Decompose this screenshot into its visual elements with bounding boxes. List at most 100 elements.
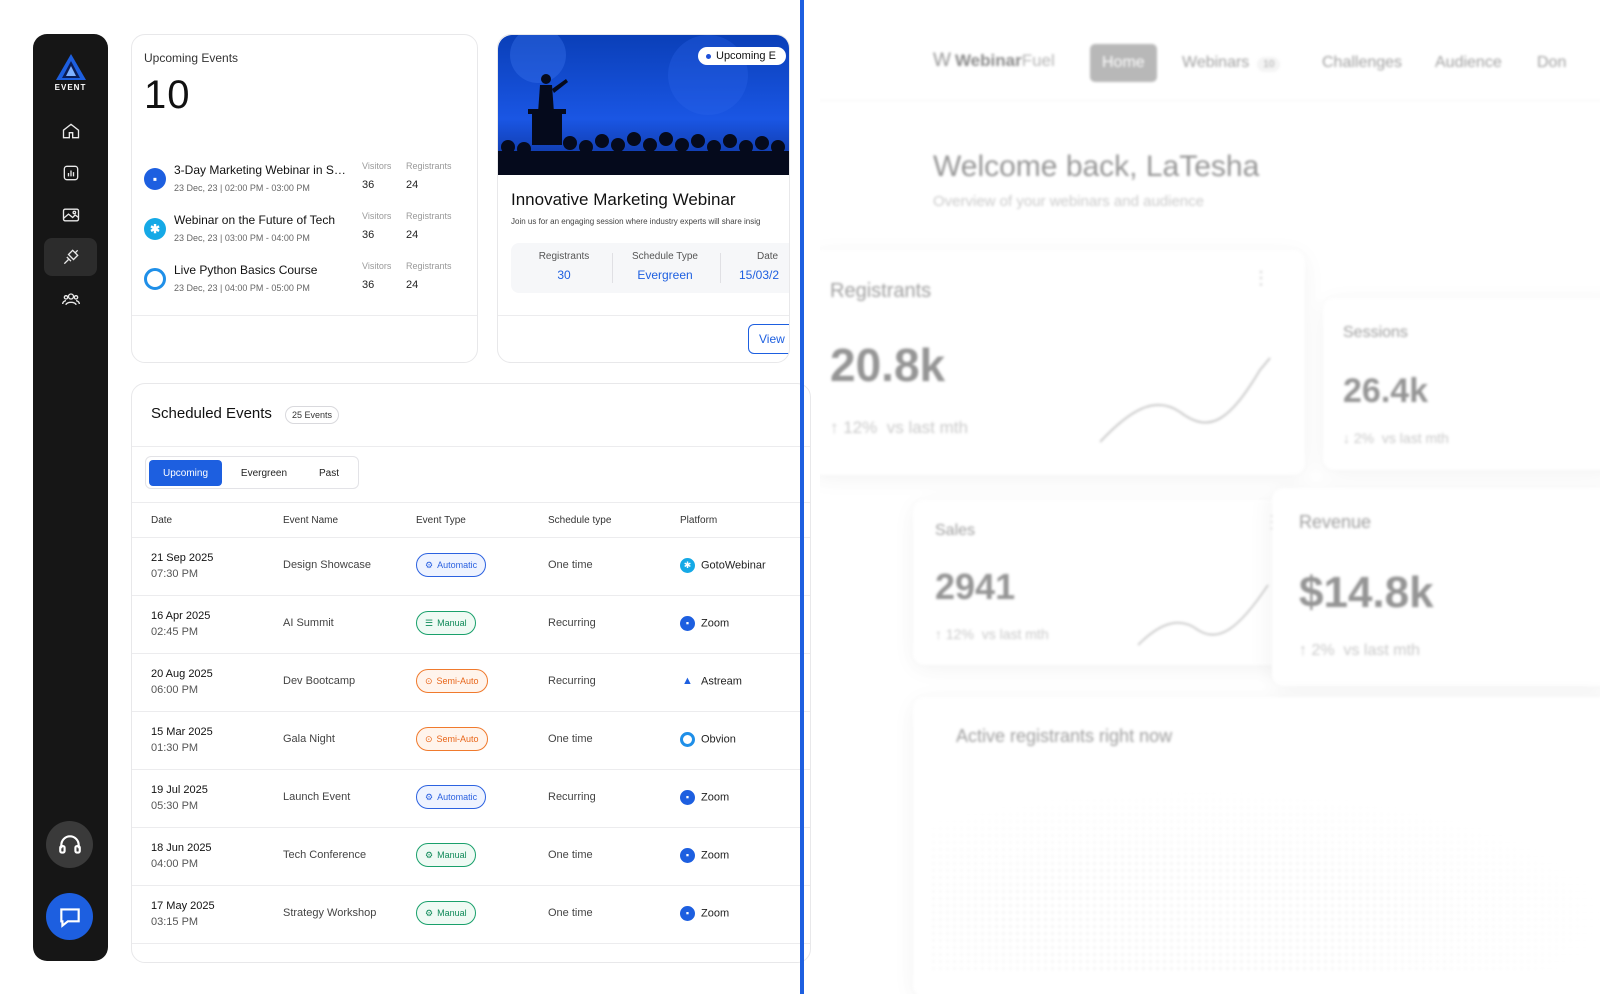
events-count-badge: 25 Events <box>285 406 340 424</box>
arrow-down-icon: ↓ <box>1343 430 1354 446</box>
integrations-icon <box>63 249 79 265</box>
row-date-time: 01:30 PM <box>151 742 199 754</box>
nav-audience[interactable]: Audience <box>1423 44 1514 82</box>
row-date: 17 May 2025 03:15 PM <box>151 898 215 930</box>
upcoming-events-title: Upcoming Events <box>144 51 239 65</box>
tab-upcoming[interactable]: Upcoming <box>149 460 222 486</box>
event-name: Webinar on the Future of Tech <box>174 213 335 227</box>
chat-button[interactable] <box>46 893 93 940</box>
sidebar-item-home[interactable] <box>44 112 97 150</box>
visitors-label: Visitors <box>362 211 392 221</box>
nav-challenges[interactable]: Challenges <box>1310 44 1414 82</box>
obvion-icon <box>144 268 166 290</box>
world-map-image <box>930 790 1600 970</box>
event-type-label: Manual <box>437 618 467 628</box>
row-event-name: Launch Event <box>283 791 351 803</box>
row-schedule-type: Recurring <box>548 617 596 629</box>
view-button[interactable]: View <box>748 324 789 354</box>
scheduled-events-card: Scheduled Events 25 Events Upcoming Ever… <box>131 383 811 963</box>
scheduled-events-title: Scheduled Events <box>151 405 272 422</box>
column-header-event-type[interactable]: Event Type <box>416 515 466 526</box>
table-row[interactable]: 21 Sep 2025 07:30 PM Design Showcase ⚙ Aut… <box>132 538 810 596</box>
event-type-pill: ⚙ Manual <box>416 901 476 925</box>
row-date-time: 02:45 PM <box>151 626 199 638</box>
metric-delta-suffix: vs last mth <box>981 626 1049 642</box>
metric-card-revenue[interactable]: Revenue $14.8k ↑ 2% vs last mth <box>1272 488 1600 686</box>
sidebar-item-analytics[interactable] <box>44 154 97 192</box>
row-date-day: 17 May 2025 <box>151 900 215 912</box>
visitors-label: Visitors <box>362 261 392 271</box>
upcoming-event-item[interactable]: Live Python Basics Course 23 Dec, 23 | 0… <box>144 261 466 303</box>
event-date: 23 Dec, 23 | 03:00 PM - 04:00 PM <box>174 233 310 243</box>
zoom-icon: ▪ <box>680 790 695 805</box>
nav-webinars[interactable]: Webinars 10 <box>1170 44 1292 82</box>
row-date-time: 05:30 PM <box>151 800 199 812</box>
visitors-value: 36 <box>362 279 375 291</box>
tab-past[interactable]: Past <box>304 460 354 486</box>
table-row[interactable]: 20 Aug 2025 06:00 PM Dev Bootcamp ⊙ Semi-A… <box>132 654 810 712</box>
row-date: 18 Jun 2025 04:00 PM <box>151 840 212 872</box>
metric-card-sessions[interactable]: Sessions 26.4k ↓ 2% vs last mth <box>1323 298 1600 470</box>
more-options-icon[interactable]: ⋮ <box>1252 269 1270 287</box>
metric-value: 26.4k <box>1343 372 1429 410</box>
row-date-day: 20 Aug 2025 <box>151 668 213 680</box>
event-type-pill: ⊙ Semi-Auto <box>416 669 488 693</box>
arrow-up-icon: ↑ <box>935 626 946 642</box>
column-header-platform[interactable]: Platform <box>680 515 717 526</box>
logo-text: EVENT <box>54 83 87 92</box>
support-button[interactable] <box>46 821 93 868</box>
event-name: Live Python Basics Course <box>174 263 318 277</box>
table-row[interactable]: 16 Apr 2025 02:45 PM AI Summit ☰ Manual Re… <box>132 596 810 654</box>
webinar-cover-image: Upcoming E <box>498 35 789 175</box>
table-row[interactable]: 15 Mar 2025 01:30 PM Gala Night ⊙ Semi-Aut… <box>132 712 810 770</box>
stat-label: Schedule Type <box>632 251 698 262</box>
arrow-up-icon: ↑ <box>830 418 844 437</box>
table-row[interactable]: 19 Jul 2025 05:30 PM Launch Event ⚙ Automa… <box>132 770 810 828</box>
event-date: 23 Dec, 23 | 02:00 PM - 03:00 PM <box>174 183 310 193</box>
registrants-label: Registrants <box>406 161 452 171</box>
table-row[interactable]: 18 Jun 2025 04:00 PM Tech Conference ⚙ Man… <box>132 828 810 886</box>
row-platform: ▪ Zoom <box>680 790 729 805</box>
registrants-label: Registrants <box>406 211 452 221</box>
welcome-heading: Welcome back, LaTesha <box>933 150 1260 183</box>
analytics-icon <box>63 165 78 181</box>
column-header-event-name[interactable]: Event Name <box>283 515 338 526</box>
upcoming-event-item[interactable]: ✱ Webinar on the Future of Tech 23 Dec, … <box>144 211 466 253</box>
target-icon: ⊙ <box>425 676 433 686</box>
metric-card-sales[interactable]: Sales 2941 ↑ 12% vs last mth ⋮ <box>913 500 1288 665</box>
nav-more[interactable]: Don <box>1525 44 1578 82</box>
sidebar-item-integrations[interactable] <box>44 238 97 276</box>
event-type-label: Manual <box>437 850 467 860</box>
sidebar-item-audience[interactable] <box>44 280 97 318</box>
active-registrants-title: Active registrants right now <box>956 726 1173 746</box>
nav-home[interactable]: Home <box>1090 44 1157 82</box>
metric-card-registrants[interactable]: Registrants 20.8k ↑ 12% vs last mth ⋮ <box>820 250 1305 475</box>
column-header-date[interactable]: Date <box>151 515 172 526</box>
chat-icon <box>59 907 80 928</box>
row-date: 20 Aug 2025 06:00 PM <box>151 666 213 698</box>
column-header-schedule-type[interactable]: Schedule type <box>548 515 611 526</box>
upcoming-badge-label: Upcoming E <box>716 50 776 62</box>
event-logo[interactable]: EVENT <box>33 52 108 92</box>
zoom-icon: ▪ <box>680 848 695 863</box>
featured-webinar-title: Innovative Marketing Webinar <box>511 190 736 209</box>
stat-label: Registrants <box>538 251 590 262</box>
row-platform: Obvion <box>680 732 736 747</box>
upcoming-event-item[interactable]: ▪ 3-Day Marketing Webinar in Sa... 23 De… <box>144 161 466 203</box>
audience-icon <box>61 293 80 306</box>
sidebar-item-gallery[interactable] <box>44 196 97 234</box>
metric-label: Revenue <box>1299 512 1372 532</box>
row-date-time: 03:15 PM <box>151 916 199 928</box>
event-type-pill: ⚙ Automatic <box>416 553 487 577</box>
sparkline-chart <box>1100 357 1271 443</box>
metric-value: 2941 <box>935 566 1016 607</box>
event-type-label: Semi-Auto <box>436 734 479 744</box>
tab-evergreen[interactable]: Evergreen <box>228 460 300 486</box>
table-row[interactable]: 17 May 2025 03:15 PM Strategy Workshop ⚙ M… <box>132 886 810 944</box>
row-platform: ▪ Zoom <box>680 848 729 863</box>
brand-name-a: Webinar <box>954 51 1022 70</box>
metric-delta-suffix: vs last mth <box>1381 430 1449 446</box>
registrants-value: 24 <box>406 179 419 191</box>
gear-icon: ⚙ <box>425 850 434 860</box>
featured-webinar-card: Upcoming E Innovative Marketing Webinar … <box>497 34 790 363</box>
